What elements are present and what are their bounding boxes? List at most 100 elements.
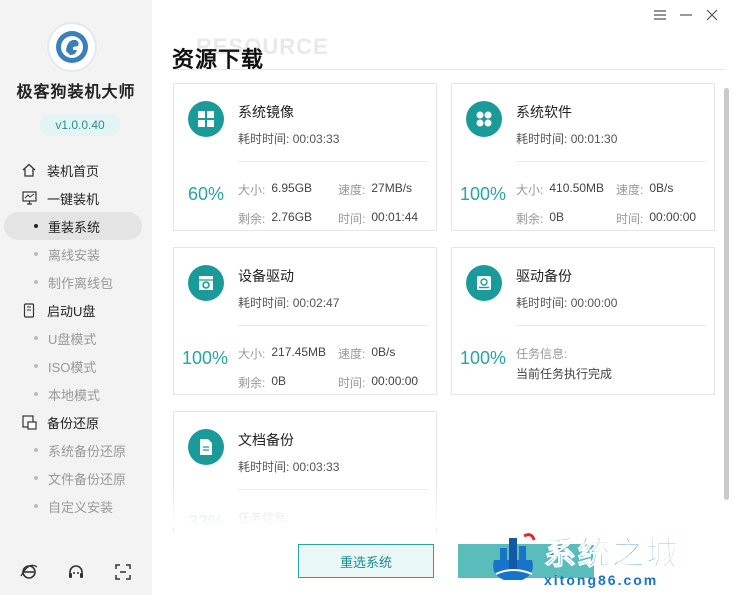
monitor-icon [21,190,37,206]
size-value: 217.45MB [271,345,327,359]
sidebar-item-home[interactable]: 装机首页 [0,156,152,184]
sidebar-item-label: 装机首页 [47,163,100,179]
bullet-icon [34,476,38,480]
sidebar-item-label: 重装系统 [48,219,101,235]
app-logo [49,24,95,70]
bullet-icon [34,252,38,256]
scrollbar[interactable] [724,88,729,500]
remain-time-row: 剩余: 0B 时间: 00:00:00 [516,210,697,226]
watermark-url: xitong86.com [544,572,659,588]
support-icon[interactable] [66,562,86,582]
speed-value: 27MB/s [371,181,413,195]
sidebar-footer [0,562,152,582]
sidebar-item-file-backup[interactable]: 文件备份还原 [0,464,152,492]
size-value: 410.50MB [549,181,605,195]
sidebar-item-label: ISO模式 [48,359,97,375]
title-divider [172,69,726,70]
progress-percent: 100% [460,184,507,204]
watermark-logo [488,530,538,586]
apps-icon [466,101,502,137]
bullet-icon [34,364,38,368]
bullet-icon [34,504,38,508]
watermark: 系统之城 xitong86.com [488,528,720,590]
sidebar-item-offline-install[interactable]: 离线安装 [0,240,152,268]
size-speed-row: 大小: 6.95GB 速度: 27MB/s [238,181,413,197]
speed-value: 0B/s [371,345,396,359]
card-divider [516,161,706,162]
elapsed-time: 耗时时间: 00:00:00 [516,296,618,310]
sidebar-item-backup-restore[interactable]: 备份还原 [0,408,152,436]
card-divider [516,325,706,326]
sidebar-item-local-mode[interactable]: 本地模式 [0,380,152,408]
bullet-icon [34,336,38,340]
download-card-system-software: 系统软件 耗时时间: 00:01:30 100% 大小: 410.50MB 速度:… [451,83,715,231]
size-speed-row: 大小: 217.45MB 速度: 0B/s [238,345,396,361]
progress-percent: 60% [188,184,225,204]
sidebar-menu: 装机首页 一键装机 重装系统 离线安装 制作离线包 启动U盘 U盘模式 ISO模… [0,156,152,520]
reselect-system-button[interactable]: 重选系统 [298,544,434,578]
sidebar-item-one-click-install[interactable]: 一键装机 [0,184,152,212]
window-controls [653,8,719,22]
size-speed-row: 大小: 410.50MB 速度: 0B/s [516,181,674,197]
eta-value: 00:00:00 [649,210,697,224]
download-card-device-driver: 设备驱动 耗时时间: 00:02:47 100% 大小: 217.45MB 速度:… [173,247,437,395]
watermark-name: 系统之城 [543,535,681,572]
disk-icon [466,265,502,301]
download-card-system-image: 系统镜像 耗时时间: 00:03:33 60% 大小: 6.95GB 速度: 27M… [173,83,437,231]
bullet-icon [34,448,38,452]
elapsed-time: 耗时时间: 00:02:47 [238,296,340,310]
home-icon [21,162,37,178]
sidebar-item-label: 启动U盘 [47,303,96,319]
card-title: 设备驱动 [238,268,294,284]
task-info-value: 当前任务执行完成 [516,367,613,381]
sidebar-item-label: 制作离线包 [48,275,114,291]
elapsed-time: 耗时时间: 00:03:33 [238,460,340,474]
progress-percent: 100% [460,348,507,368]
fullscreen-icon[interactable] [113,562,133,582]
sidebar-item-label: 本地模式 [48,387,101,403]
sidebar-item-custom-install[interactable]: 自定义安装 [0,492,152,520]
card-divider [238,161,428,162]
windows-icon [188,101,224,137]
app-name: 极客狗装机大师 [16,84,136,101]
card-divider [238,325,428,326]
sidebar-item-reinstall-system[interactable]: 重装系统 [4,212,142,240]
sidebar-item-system-backup[interactable]: 系统备份还原 [0,436,152,464]
bullet-icon [34,224,38,228]
sidebar-item-label: 自定义安装 [48,499,114,515]
browser-icon[interactable] [19,562,39,582]
driver-icon [188,265,224,301]
sidebar-item-boot-usb[interactable]: 启动U盘 [0,296,152,324]
bullet-icon [34,392,38,396]
speed-value: 0B/s [649,181,674,195]
elapsed-time: 耗时时间: 00:01:30 [516,132,618,146]
remain-time-row: 剩余: 0B 时间: 00:00:00 [238,374,419,390]
task-info-label: 任务信息: [516,347,568,361]
remain-time-row: 剩余: 2.76GB 时间: 00:01:44 [238,210,419,226]
download-card-driver-backup: 驱动备份 耗时时间: 00:00:00 100% 任务信息: 当前任务执行完成 [451,247,715,395]
app-window: 极客狗装机大师 v1.0.0.40 装机首页 一键装机 重装系统 离线安装 制作… [0,0,733,595]
backup-icon [21,414,37,430]
remain-value: 0B [271,374,287,388]
close-icon[interactable] [705,8,719,22]
sidebar: 极客狗装机大师 v1.0.0.40 装机首页 一键装机 重装系统 离线安装 制作… [0,0,152,595]
card-title: 驱动备份 [516,268,572,284]
scroll-fade [170,488,718,528]
progress-percent: 100% [182,348,229,368]
card-title: 系统镜像 [238,104,294,120]
eta-value: 00:01:44 [371,210,419,224]
elapsed-time: 耗时时间: 00:03:33 [238,132,340,146]
card-title: 文档备份 [238,432,294,448]
size-value: 6.95GB [271,181,313,195]
version-badge: v1.0.0.40 [40,114,120,136]
sidebar-item-label: 文件备份还原 [48,471,127,487]
sidebar-item-usb-mode[interactable]: U盘模式 [0,324,152,352]
sidebar-item-iso-mode[interactable]: ISO模式 [0,352,152,380]
remain-value: 2.76GB [271,210,313,224]
minimize-icon[interactable] [679,8,693,22]
card-title: 系统软件 [516,104,572,120]
sidebar-item-label: 系统备份还原 [48,443,127,459]
sidebar-item-make-offline-package[interactable]: 制作离线包 [0,268,152,296]
menu-icon[interactable] [653,8,667,22]
eta-value: 00:00:00 [371,374,419,388]
